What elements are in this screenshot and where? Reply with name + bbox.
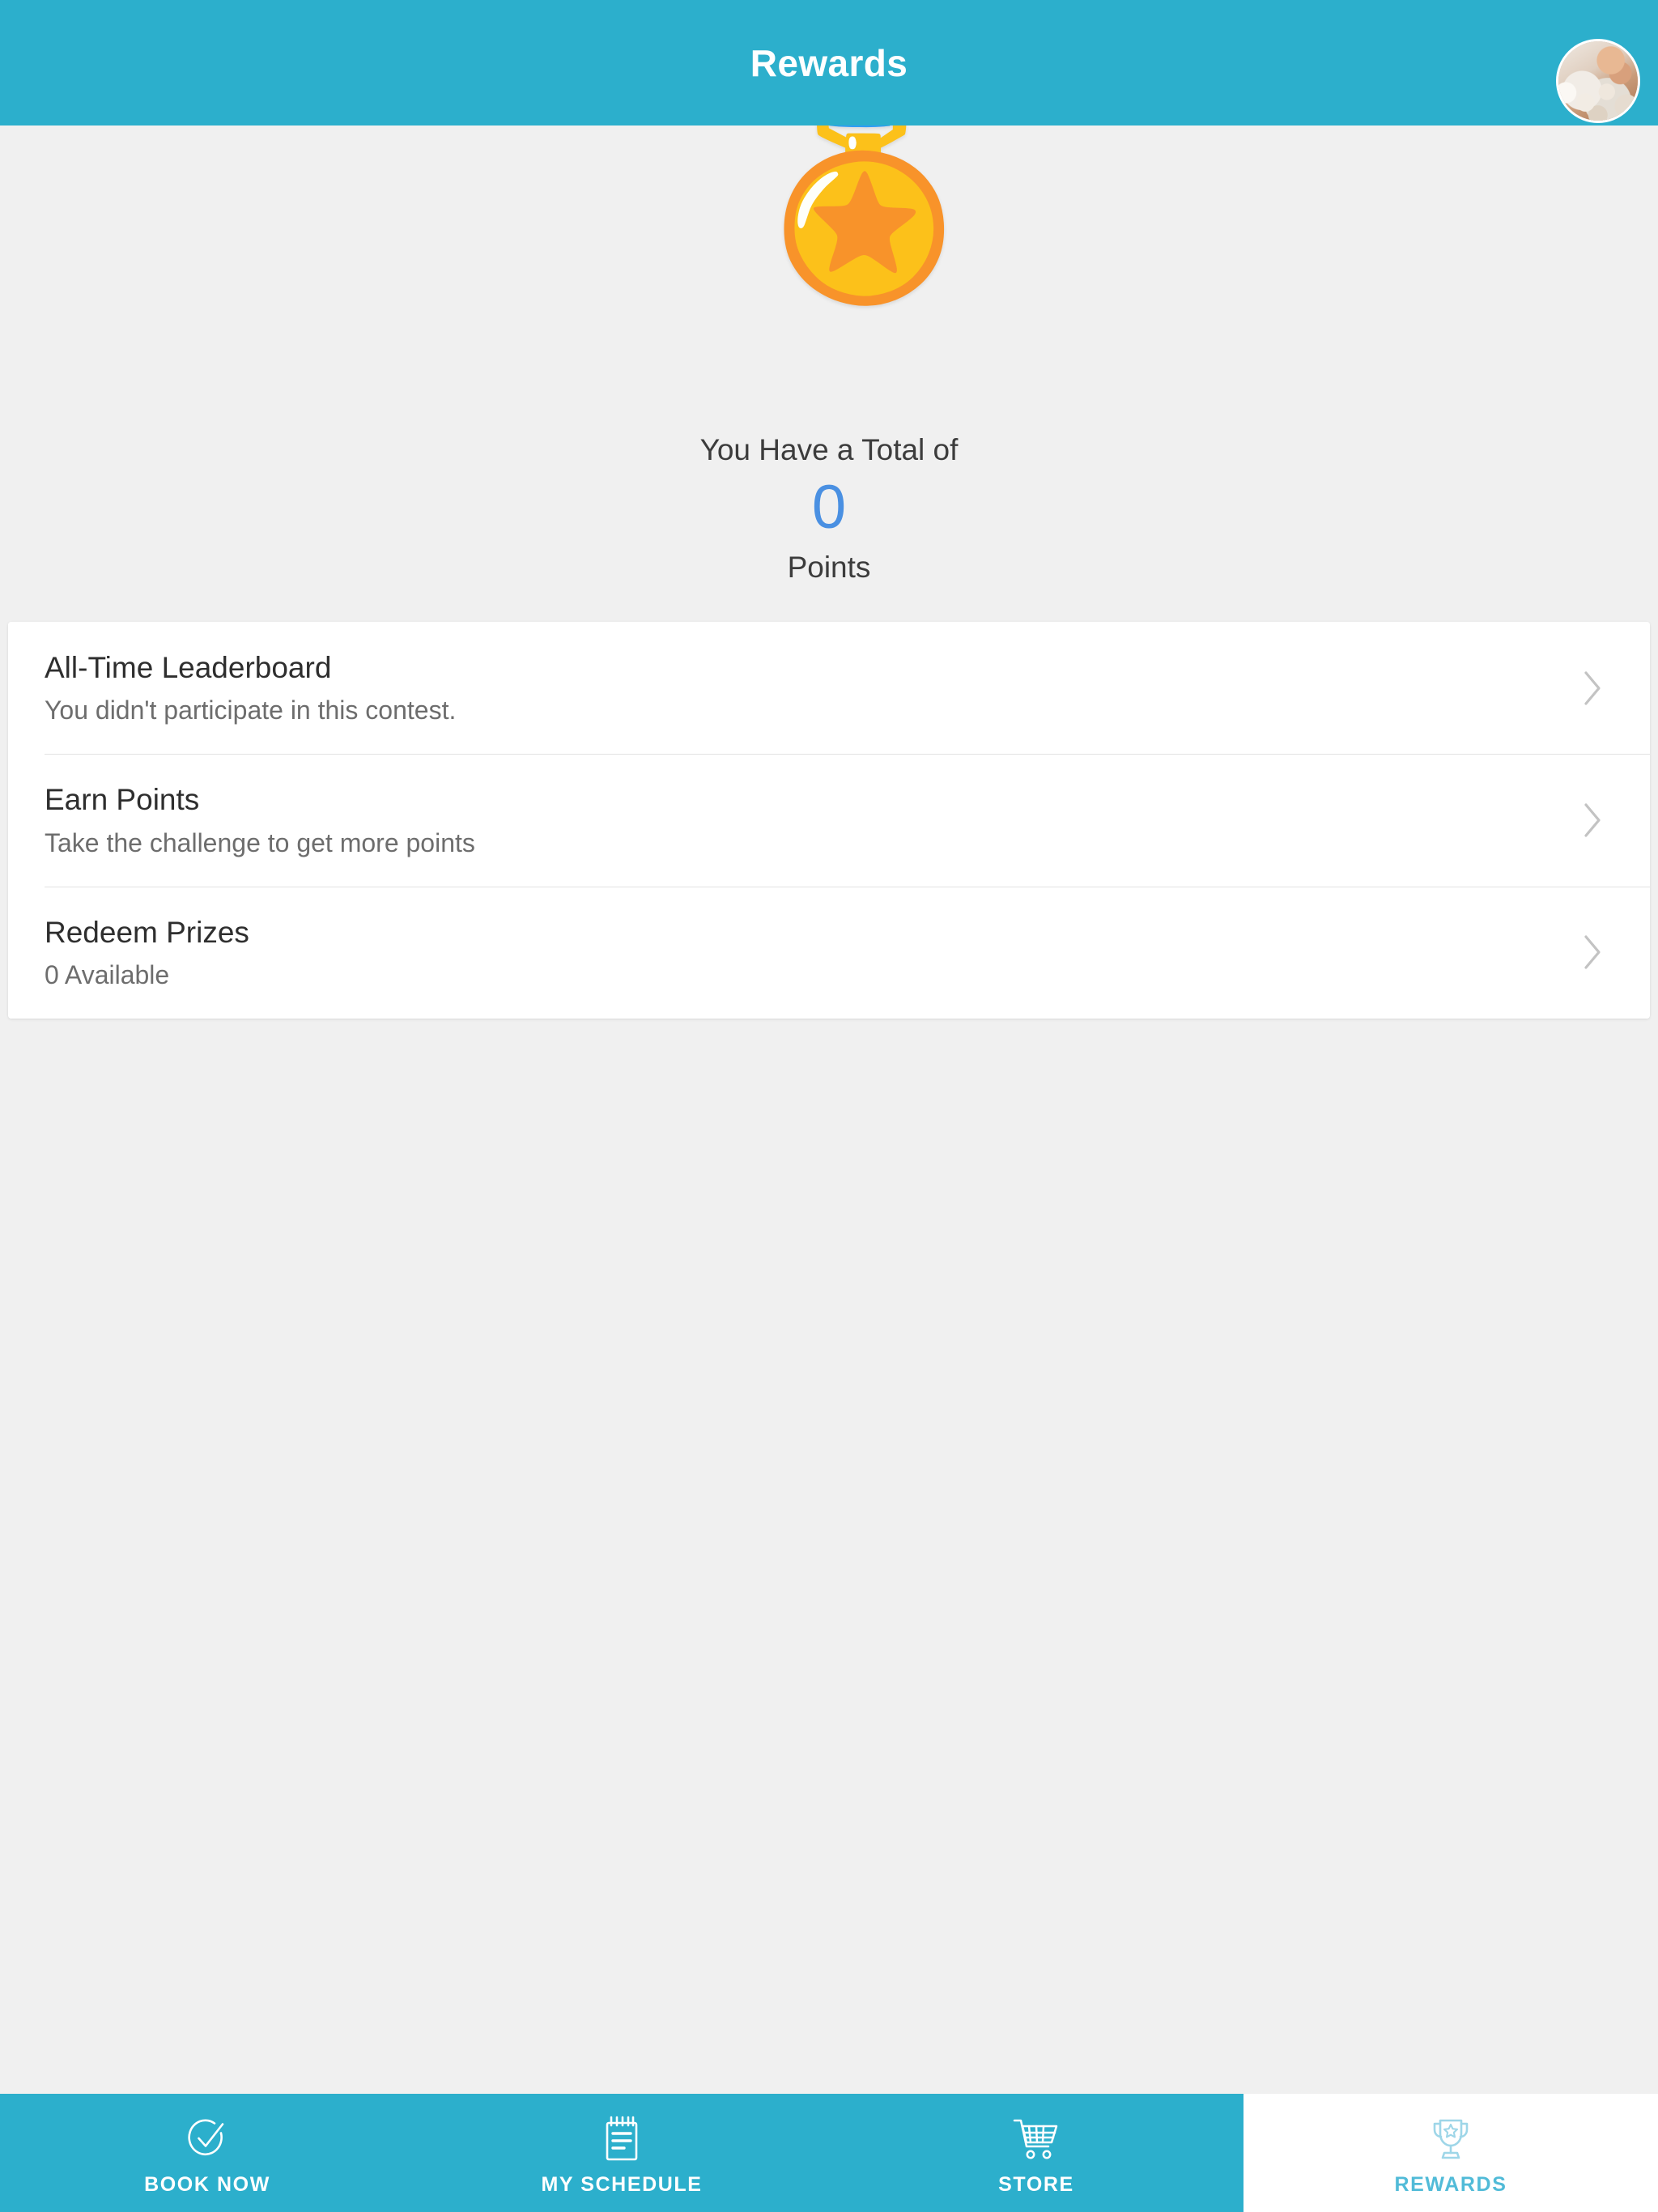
- tab-store[interactable]: STORE: [829, 2094, 1244, 2212]
- list-item-title: Earn Points: [45, 783, 200, 817]
- list-item-redeem-prizes[interactable]: Redeem Prizes 0 Available: [8, 886, 1650, 1019]
- list-item-title: All-Time Leaderboard: [45, 651, 332, 684]
- tab-my-schedule[interactable]: MY SCHEDULE: [414, 2094, 829, 2212]
- list-item-subtitle: 0 Available: [45, 959, 170, 989]
- tab-label: REWARDS: [1394, 2172, 1507, 2196]
- list-item-text: All-Time Leaderboard You didn't particip…: [45, 649, 1579, 726]
- list-item-text: Redeem Prizes 0 Available: [45, 914, 1579, 991]
- chevron-right-icon: [1579, 929, 1606, 976]
- tab-label: BOOK NOW: [144, 2172, 270, 2196]
- avatar-photo: [1558, 41, 1638, 121]
- notepad-icon: [602, 2115, 642, 2163]
- tab-label: MY SCHEDULE: [541, 2172, 703, 2196]
- tab-book-now[interactable]: BOOK NOW: [0, 2094, 414, 2212]
- points-label: Points: [787, 551, 871, 584]
- bottom-navigation: BOOK NOW MY SCHEDULE STORE REWARDS: [0, 2094, 1658, 2212]
- chevron-right-icon: [1579, 797, 1606, 844]
- gold-medal-icon: 🏅: [708, 125, 1020, 304]
- tab-rewards[interactable]: REWARDS: [1244, 2094, 1658, 2212]
- points-value: 0: [811, 473, 847, 542]
- list-item-title: Redeem Prizes: [45, 915, 249, 949]
- points-hero: 🏅 You Have a Total of 0 Points: [0, 125, 1658, 611]
- list-item-subtitle: You didn't participate in this contest.: [45, 696, 457, 725]
- list-item-text: Earn Points Take the challenge to get mo…: [45, 781, 1579, 858]
- list-item-subtitle: Take the challenge to get more points: [45, 827, 475, 857]
- medal-icon: 🏅: [708, 125, 1020, 362]
- list-item-earn-points[interactable]: Earn Points Take the challenge to get mo…: [8, 754, 1650, 887]
- trophy-icon: [1429, 2115, 1473, 2163]
- rewards-screen: Rewards 🏅 You Have a Total of 0 Points A…: [0, 0, 1658, 2212]
- rewards-list-card: All-Time Leaderboard You didn't particip…: [8, 622, 1650, 1019]
- page-title: Rewards: [750, 41, 908, 84]
- avatar[interactable]: [1556, 39, 1640, 123]
- tab-label: STORE: [998, 2172, 1074, 2196]
- app-header: Rewards: [0, 0, 1658, 125]
- shopping-cart-icon: [1012, 2115, 1061, 2163]
- check-circle-icon: [185, 2115, 230, 2163]
- list-item-leaderboard[interactable]: All-Time Leaderboard You didn't particip…: [8, 622, 1650, 755]
- chevron-right-icon: [1579, 665, 1606, 712]
- total-label: You Have a Total of: [699, 433, 959, 466]
